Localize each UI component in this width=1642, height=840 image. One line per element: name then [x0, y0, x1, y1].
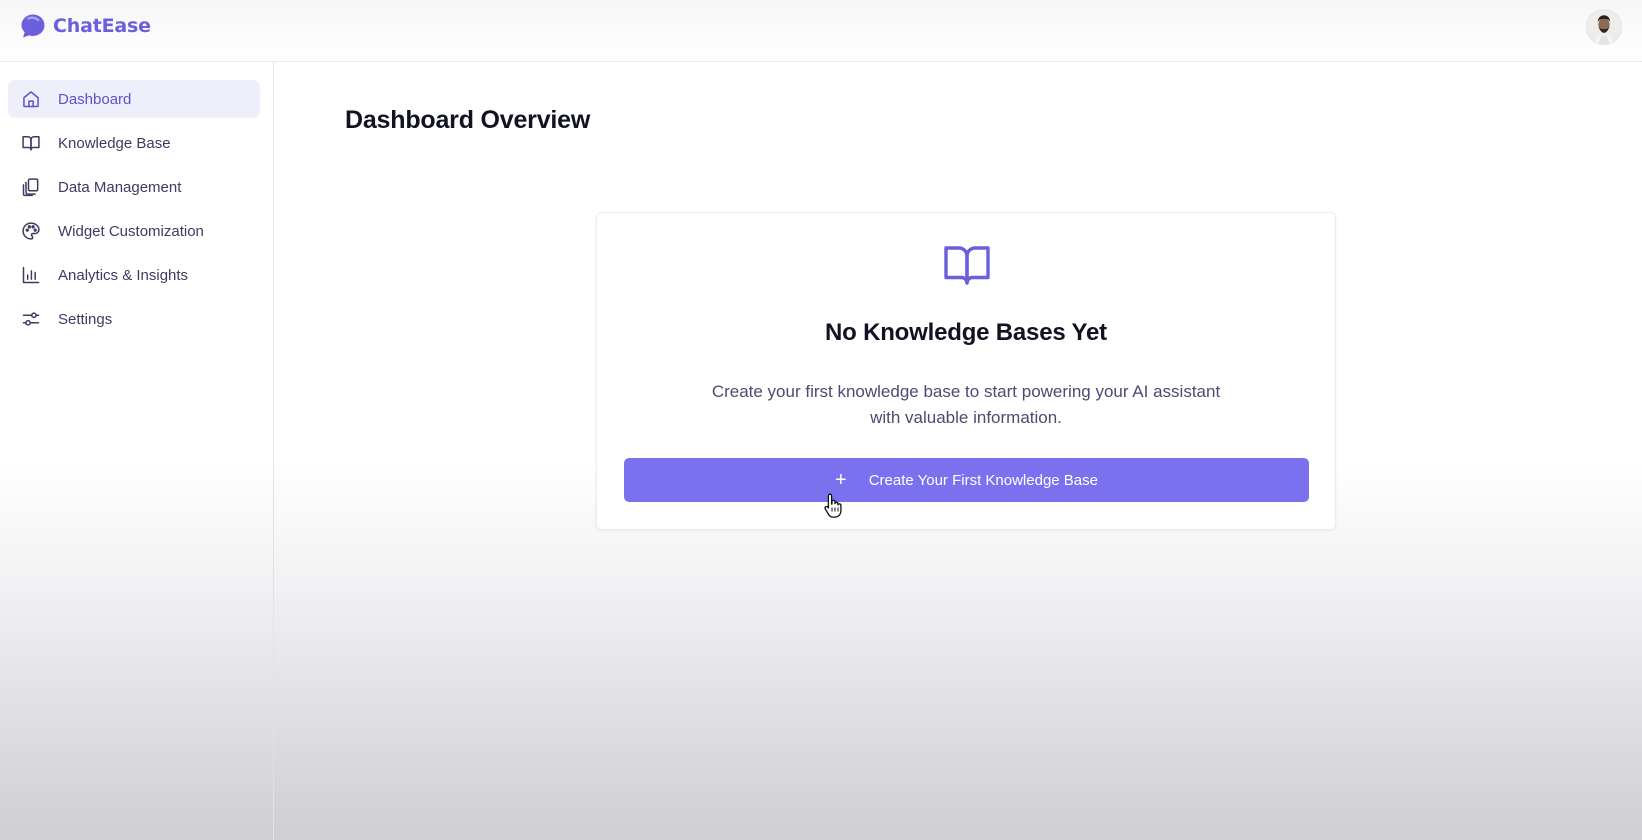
home-icon [20, 88, 42, 110]
sidebar-item-label: Knowledge Base [58, 134, 171, 152]
sidebar-item-label: Analytics & Insights [58, 266, 189, 284]
brand-logo[interactable]: ChatEase [19, 12, 151, 40]
top-bar: ChatEase [0, 0, 1642, 62]
brand-name: ChatEase [53, 15, 151, 37]
empty-state-card: No Knowledge Bases Yet Create your first… [596, 212, 1336, 530]
plus-icon: + [835, 469, 847, 491]
sidebar-item-label: Widget Customization [58, 222, 204, 240]
sliders-icon [20, 308, 42, 330]
user-avatar[interactable] [1586, 9, 1622, 45]
create-knowledge-base-label: Create Your First Knowledge Base [868, 471, 1098, 489]
sidebar-item-data-management[interactable]: Data Management [8, 168, 260, 206]
sidebar: Dashboard Knowledge Base Data Management [0, 62, 274, 840]
sidebar-item-analytics-insights[interactable]: Analytics & Insights [8, 256, 260, 294]
chat-bubble-icon [21, 14, 45, 38]
empty-state-title: No Knowledge Bases Yet [825, 319, 1107, 346]
palette-icon [20, 220, 42, 242]
sidebar-item-settings[interactable]: Settings [8, 300, 260, 338]
avatar-image [1587, 10, 1621, 44]
book-open-icon [944, 246, 990, 285]
files-icon [20, 176, 42, 198]
page-title: Dashboard Overview [345, 106, 591, 134]
sidebar-item-label: Data Management [58, 178, 182, 196]
book-open-icon [20, 132, 42, 154]
sidebar-item-widget-customization[interactable]: Widget Customization [8, 212, 260, 250]
sidebar-item-label: Settings [58, 310, 113, 328]
sidebar-item-label: Dashboard [58, 90, 132, 108]
sidebar-item-dashboard[interactable]: Dashboard [8, 80, 260, 118]
empty-state-description: Create your first knowledge base to star… [711, 382, 1221, 427]
bar-chart-icon [20, 264, 42, 286]
hand-pointer-icon [824, 493, 842, 518]
sidebar-item-knowledge-base[interactable]: Knowledge Base [8, 124, 260, 162]
create-knowledge-base-button[interactable]: + Create Your First Knowledge Base [624, 458, 1309, 502]
